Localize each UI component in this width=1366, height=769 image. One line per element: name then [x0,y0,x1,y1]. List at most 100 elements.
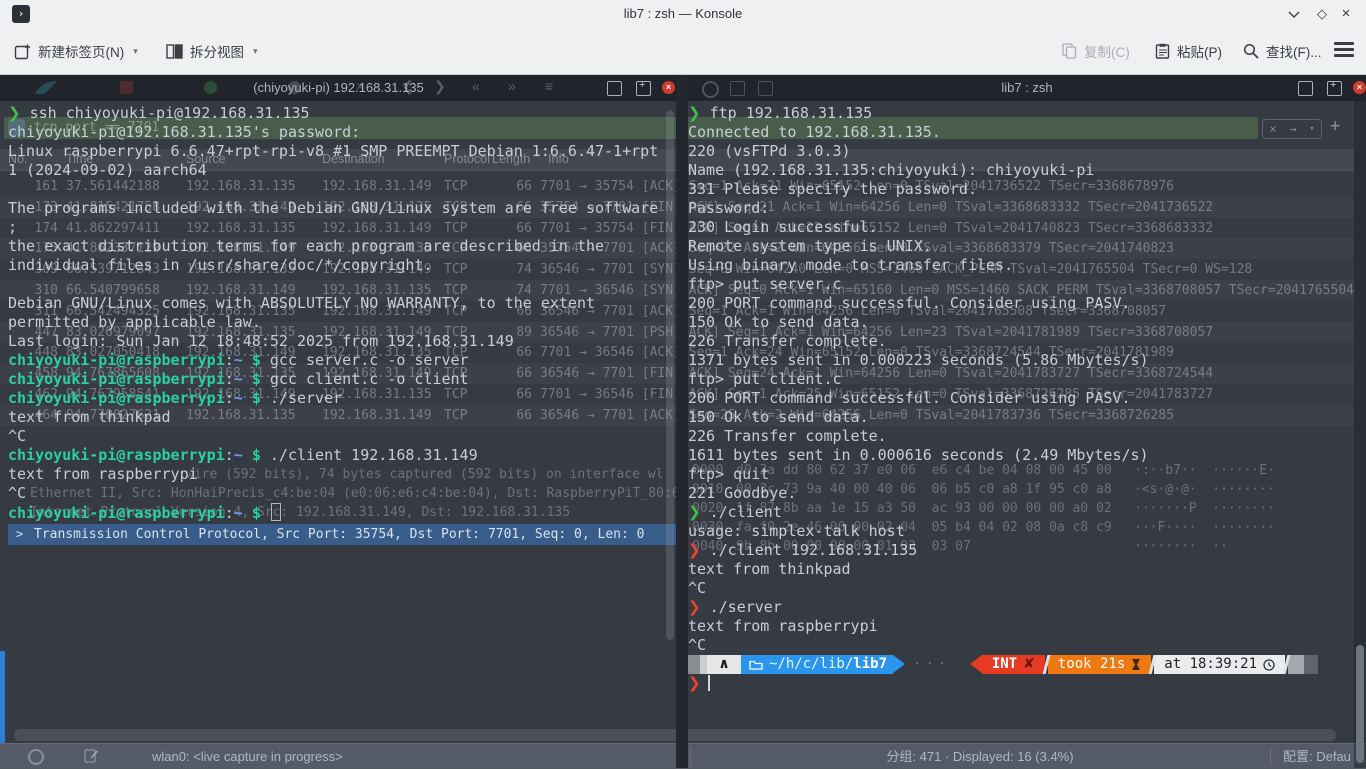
text: ./client [701,503,782,521]
prompt-path: ~ [234,389,243,407]
prompt-user: chiyoyuki-pi@raspberrypi [8,370,225,388]
text: : [225,504,234,522]
prompt-arrow: ❯ [8,104,21,122]
right-terminal[interactable]: ∧ ~/h/c/lib/lib7 ··· INT ✘ took 21s at 1… [683,104,1354,768]
prompt-user: chiyoyuki-pi@raspberrypi [8,504,225,522]
terminal-line: 200 PORT command successful. Consider us… [688,294,1131,313]
detach-pane-icon[interactable] [1327,81,1342,96]
ghost-close-icon: × [356,78,364,94]
terminal-line: ❯ ./server [688,598,782,617]
text [261,504,270,522]
text: ftp 192.168.31.135 [701,104,873,122]
terminal-line: Linux raspberrypi 6.6.47+rpt-rpi-v8 #1 S… [8,142,658,161]
terminal-line: the exact distribution terms for each pr… [8,237,604,256]
terminal-line: 1371 bytes sent in 0.000223 seconds (5.8… [688,351,1149,370]
ghost-back-icon: ❮ [402,78,414,95]
find-button[interactable]: 查找(F)... [1243,36,1322,66]
ghost-list-icon: ≡ [545,78,553,94]
text: chiyoyuki-pi@192.168.31.135's password: [8,123,360,141]
text: Name (192.168.31.135:chiyoyuki): chiyoyu… [688,161,1094,179]
text: text from thinkpad [8,408,171,426]
left-pane-header[interactable]: × ❮ ❯ « » ≡ (chiyoyuki-pi) 192.168.31.13… [0,74,677,101]
prompt-path: ~ [234,504,243,522]
close-button[interactable]: × [1336,4,1356,24]
copy-button[interactable]: 复制(C) [1062,36,1130,66]
prompt-path: ~ [234,446,243,464]
text: gcc client.c -o client [261,370,469,388]
right-pane-header[interactable]: lib7 : zsh × [688,74,1366,101]
text: : [225,351,234,369]
new-tab-button[interactable]: 新建标签页(N) ▾ [14,36,138,66]
left-pane-title: (chiyoyuki-pi) 192.168.31.135 [0,74,677,101]
paste-icon [1155,43,1170,59]
search-icon [1243,43,1259,59]
terminal-line: 150 Ok to send data. [688,313,869,332]
new-tab-icon [14,43,31,60]
gear-icon [288,81,301,94]
hourglass-icon [1131,658,1141,671]
prompt-caret-segment: ∧ [707,655,741,674]
text: ftp> quit [688,465,769,483]
prompt-block [688,655,700,674]
window-title: lib7 : zsh — Konsole [0,0,1366,28]
text: 230 Login successful. [688,218,878,236]
text [243,351,252,369]
expand-pane-icon[interactable] [607,81,622,96]
terminal-line: chiyoyuki-pi@raspberrypi:~ $ gcc client.… [8,370,469,389]
error-x-icon: ✘ [1023,655,1035,674]
chevron-down-icon [1288,10,1300,18]
text: ssh chiyoyuki-pi@192.168.31.135 [21,104,310,122]
text: Connected to 192.168.31.135. [688,123,941,141]
close-pane-icon[interactable]: × [662,81,675,94]
pane-splitter[interactable] [676,74,688,768]
prompt-directory-segment: ~/h/c/lib/lib7 [741,655,893,674]
text: : [225,370,234,388]
terminal-line: chiyoyuki-pi@raspberrypi:~ $ [8,503,281,522]
prompt-path: ~ [234,351,243,369]
prompt-right-segments: INT ✘ took 21s at 18:39:21 [970,655,1318,674]
text: ^C [688,636,706,654]
terminal-line: ^C [688,579,706,598]
text: 226 Transfer complete. [688,427,887,445]
prompt-end-cap [1288,655,1304,674]
text: ; [8,218,17,236]
terminal-line: permitted by applicable law. [8,313,261,332]
text: text from raspberrypi [8,465,198,483]
text: Remote system type is UNIX. [688,237,932,255]
terminal-line: 1 (2024-09-02) aarch64 [8,161,207,180]
prompt-user: chiyoyuki-pi@raspberrypi [8,351,225,369]
left-terminal[interactable]: ❯ ssh chiyoyuki-pi@192.168.31.135chiyoyu… [0,104,676,768]
close-pane-icon[interactable]: × [1353,81,1366,94]
terminal-line: 1611 bytes sent in 0.000616 seconds (2.4… [688,446,1149,465]
split-view-button[interactable]: 拆分视图 ▾ [166,36,258,66]
maximize-button[interactable]: ◇ [1312,4,1332,24]
window-titlebar[interactable]: › lib7 : zsh — Konsole ◇ × [0,0,1366,29]
right-terminal-scrollbar-thumb[interactable] [1356,645,1364,763]
detach-pane-icon[interactable] [636,81,651,96]
hamburger-menu-button[interactable] [1334,42,1354,58]
text: ^C [688,579,706,597]
ghost-columns-icon [730,81,745,96]
chevron-down-icon: ▾ [253,46,258,57]
restart-capture-icon [204,81,217,94]
new-tab-label: 新建标签页(N) [38,41,124,61]
expand-pane-icon[interactable] [1298,81,1313,96]
left-terminal-scrollbar[interactable] [666,110,674,640]
terminal-line: 200 PORT command successful. Consider us… [688,389,1131,408]
folder-icon [749,659,763,670]
minimize-button[interactable] [1284,4,1304,24]
terminal-line: 331 Please specify the password. [688,180,977,199]
text: 1371 bytes sent in 0.000223 seconds (5.8… [688,351,1149,369]
terminal-line: ❯ ./client 192.168.31.135 [688,541,917,560]
terminal-line: text from thinkpad [688,560,851,579]
powerline-prompt-bar: ∧ ~/h/c/lib/lib7 ··· INT ✘ took 21s at 1… [688,655,1318,674]
paste-button[interactable]: 粘贴(P) [1155,36,1222,66]
terminal-line: Debian GNU/Linux comes with ABSOLUTELY N… [8,294,595,313]
terminal-line: 226 Transfer complete. [688,332,887,351]
prompt-arrow: ❯ [688,503,701,521]
terminal-line: 221 Goodbye. [688,484,796,503]
toolbar: 新建标签页(N) ▾ 拆分视图 ▾ 复制(C) 粘贴(P) 查找(F)... [0,28,1366,75]
wireshark-fin-icon [34,80,58,100]
text: text from thinkpad [688,560,851,578]
prompt-arrow: ❯ [688,541,701,559]
